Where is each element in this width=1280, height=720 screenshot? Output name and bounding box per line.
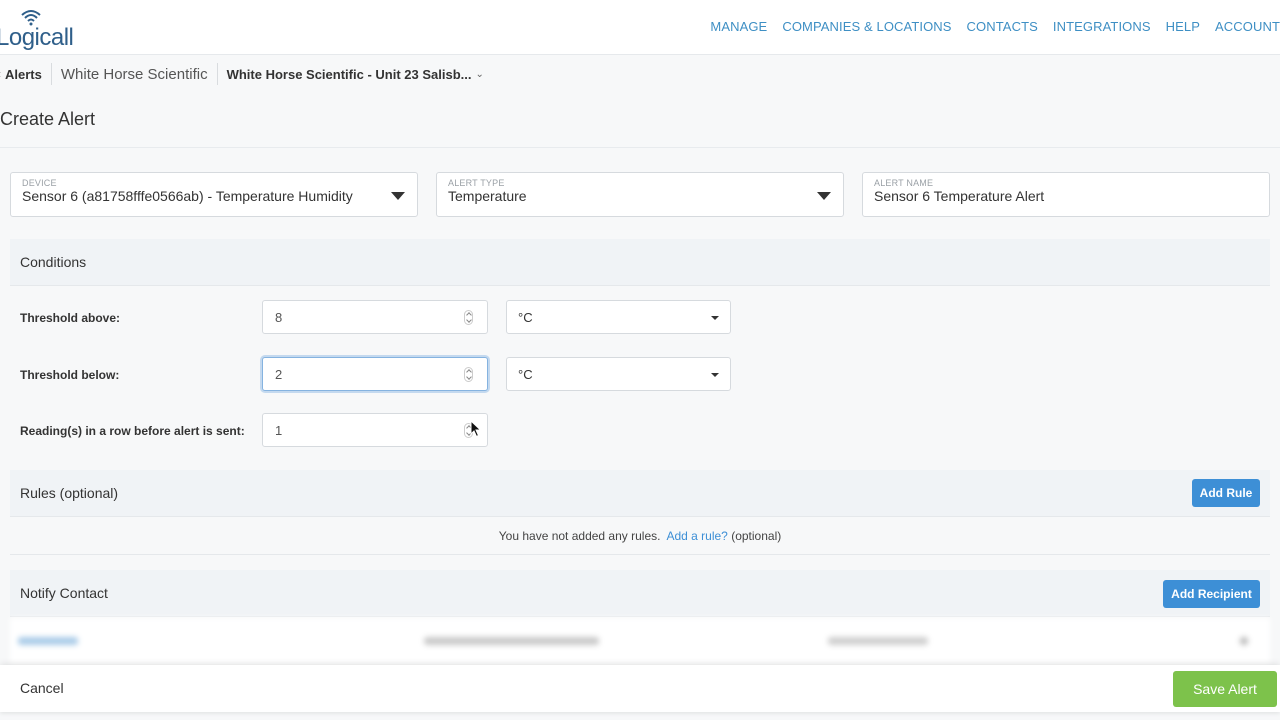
breadcrumb-location[interactable]: White Horse Scientific - Unit 23 Salisb.…: [218, 67, 472, 82]
no-rules-message: You have not added any rules. Add a rule…: [0, 529, 1280, 543]
nav-account[interactable]: ACCOUNT: [1215, 19, 1280, 34]
nav-contacts[interactable]: CONTACTS: [967, 19, 1038, 34]
rules-header: Rules (optional): [10, 470, 1270, 517]
readings-label: Reading(s) in a row before alert is sent…: [20, 424, 245, 438]
conditions-title: Conditions: [20, 254, 87, 270]
device-label: DEVICE: [22, 178, 57, 188]
device-value: Sensor 6 (a81758fffe0566ab) - Temperatur…: [22, 188, 353, 204]
threshold-above-input[interactable]: 8: [262, 300, 488, 334]
add-rule-link[interactable]: Add a rule?: [666, 529, 727, 543]
readings-input[interactable]: 1: [262, 413, 488, 447]
contact-email-blurred: [424, 637, 599, 645]
optional-text: (optional): [731, 529, 782, 543]
caret-down-icon: [711, 373, 719, 377]
threshold-below-unit-select[interactable]: °C: [506, 357, 731, 391]
nav-companies-locations[interactable]: COMPANIES & LOCATIONS: [782, 19, 951, 34]
page-title: Create Alert: [0, 109, 96, 129]
save-alert-button[interactable]: Save Alert: [1173, 671, 1277, 707]
alert-type-value: Temperature: [448, 188, 527, 204]
conditions-header: Conditions: [10, 239, 1270, 286]
threshold-above-value: 8: [275, 310, 283, 325]
breadcrumb: ‹ Alerts White Horse Scientific White Ho…: [0, 60, 484, 88]
notify-title: Notify Contact: [20, 585, 108, 601]
alert-name-value: Sensor 6 Temperature Alert: [874, 188, 1045, 204]
alert-type-select[interactable]: ALERT TYPE Temperature: [436, 172, 844, 217]
logo[interactable]: Logicall: [0, 8, 76, 51]
mouse-cursor-icon: [470, 420, 482, 438]
contact-phone-blurred: [828, 637, 928, 645]
threshold-above-unit-select[interactable]: °C: [506, 300, 731, 334]
caret-down-icon: [817, 192, 831, 200]
caret-down-icon: [711, 316, 719, 320]
caret-down-icon: [391, 192, 405, 200]
alert-type-label: ALERT TYPE: [448, 178, 505, 188]
threshold-below-input[interactable]: 2: [262, 357, 488, 391]
no-rules-text: You have not added any rules.: [498, 529, 661, 543]
notify-header: Notify Contact: [10, 570, 1270, 617]
contact-row[interactable]: [10, 618, 1270, 664]
chevron-left-icon[interactable]: ‹: [0, 67, 1, 81]
alert-name-input[interactable]: ALERT NAME Sensor 6 Temperature Alert: [862, 172, 1270, 217]
threshold-above-label: Threshold above:: [20, 311, 121, 325]
threshold-below-label: Threshold below:: [20, 368, 120, 382]
cancel-button[interactable]: Cancel: [20, 680, 64, 696]
breadcrumb-company[interactable]: White Horse Scientific: [52, 66, 217, 83]
main-nav: MANAGE COMPANIES & LOCATIONS CONTACTS IN…: [710, 19, 1280, 34]
threshold-below-unit: °C: [518, 367, 533, 382]
nav-manage[interactable]: MANAGE: [710, 19, 767, 34]
threshold-below-value: 2: [275, 367, 283, 382]
divider: [0, 147, 1280, 148]
chevron-down-icon[interactable]: ⌄: [475, 69, 483, 80]
breadcrumb-alerts[interactable]: Alerts: [5, 67, 51, 82]
spinner-icon[interactable]: [464, 310, 473, 325]
rules-title: Rules (optional): [20, 485, 119, 501]
readings-value: 1: [275, 423, 283, 438]
threshold-above-unit: °C: [518, 310, 533, 325]
edit-icon[interactable]: [1240, 637, 1248, 645]
nav-integrations[interactable]: INTEGRATIONS: [1053, 19, 1151, 34]
top-navbar: Logicall MANAGE COMPANIES & LOCATIONS CO…: [0, 0, 1280, 55]
add-rule-button[interactable]: Add Rule: [1192, 479, 1260, 507]
alert-name-label: ALERT NAME: [874, 178, 934, 188]
add-recipient-button[interactable]: Add Recipient: [1163, 580, 1260, 608]
spinner-icon[interactable]: [464, 367, 473, 382]
contact-name-blurred[interactable]: [18, 637, 78, 645]
nav-help[interactable]: HELP: [1166, 19, 1200, 34]
device-select[interactable]: DEVICE Sensor 6 (a81758fffe0566ab) - Tem…: [10, 172, 418, 217]
footer-bar: Cancel Save Alert: [0, 665, 1280, 712]
logo-text: Logicall: [0, 24, 74, 51]
